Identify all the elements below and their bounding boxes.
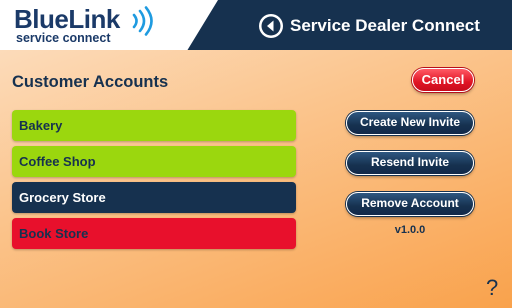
account-row-coffee-shop[interactable]: Coffee Shop	[12, 146, 296, 177]
help-button[interactable]: ?	[486, 276, 498, 300]
logo-tagline: service connect	[16, 31, 111, 45]
page-title: Service Dealer Connect	[290, 16, 480, 35]
cancel-button[interactable]: Cancel	[412, 68, 474, 92]
account-row-book-store[interactable]: Book Store	[12, 218, 296, 249]
signal-waves-icon	[132, 6, 153, 36]
version-label: v1.0.0	[394, 224, 426, 236]
create-invite-button[interactable]: Create New Invite	[346, 111, 474, 135]
resend-invite-button[interactable]: Resend Invite	[346, 151, 474, 175]
account-row-grocery-store[interactable]: Grocery Store	[12, 182, 296, 213]
bluelink-logo: BlueLink service connect	[14, 4, 214, 48]
app-header: BlueLink service connect Service Dealer …	[0, 0, 512, 50]
account-row-bakery[interactable]: Bakery	[12, 110, 296, 141]
back-arrow-icon[interactable]	[258, 13, 284, 39]
logo-panel: BlueLink service connect	[0, 0, 218, 50]
logo-brand: BlueLink	[14, 4, 120, 34]
remove-account-button[interactable]: Remove Account	[346, 192, 474, 216]
section-title: Customer Accounts	[12, 73, 169, 91]
